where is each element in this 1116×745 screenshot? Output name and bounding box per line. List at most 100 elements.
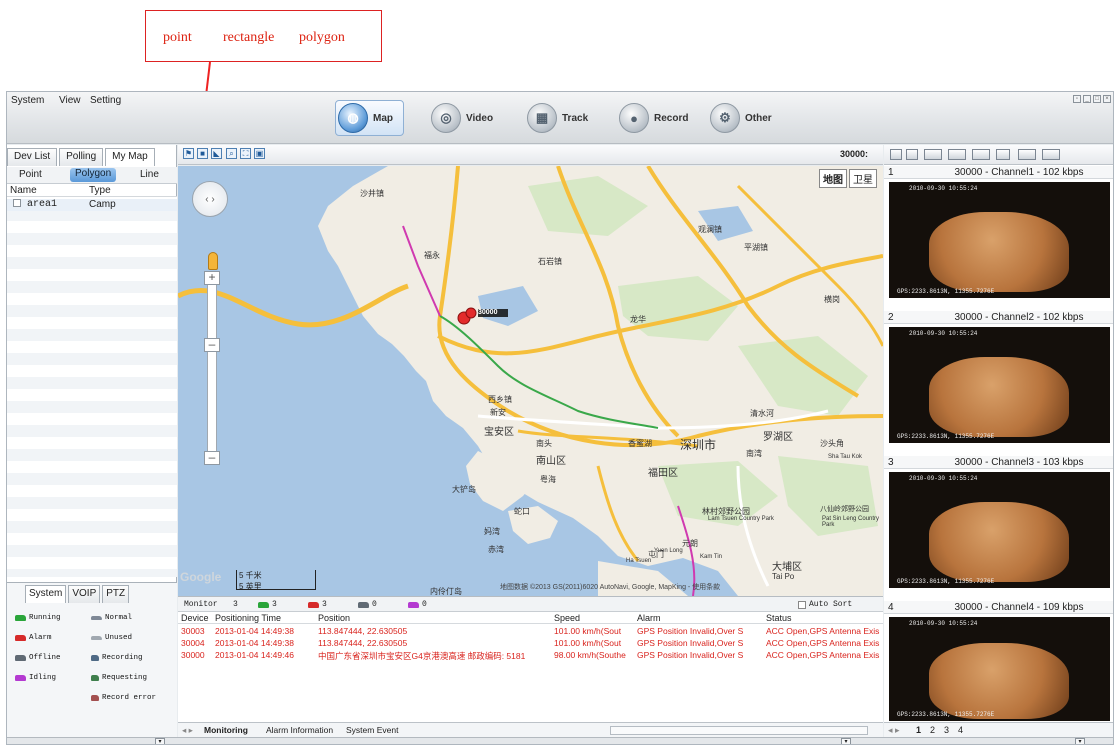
subtab-point[interactable]: Point <box>19 169 42 180</box>
play-icon[interactable] <box>1018 149 1036 160</box>
record-error-icon <box>91 695 99 701</box>
rock-image <box>929 502 1069 582</box>
video-frame[interactable]: 2010-09-30 10:55:24 GPS:2233.8613N, 1135… <box>889 472 1110 588</box>
menu-view[interactable]: View <box>59 95 81 106</box>
module-track-label: Track <box>562 112 589 124</box>
zoom-slider[interactable] <box>207 276 217 454</box>
video-page-1[interactable]: 1 <box>916 725 921 735</box>
col-device-header: Device <box>181 613 209 623</box>
point-tool-icon[interactable]: ⚑ <box>183 148 194 159</box>
rectangle-tool-icon[interactable]: ■ <box>197 148 208 159</box>
collapse-right-icon[interactable]: ▾ <box>1075 738 1085 744</box>
collapse-bottom-icon[interactable]: ▾ <box>841 738 851 744</box>
monitor-running: 3 <box>258 600 277 609</box>
menu-system[interactable]: System <box>11 95 44 106</box>
map-view[interactable]: 地图 卫星 ‹ › + – – 沙井镇 福永 西乡镇 新安 宝安区 南头 南山区… <box>178 166 883 596</box>
fullscreen-icon[interactable]: ⛶ <box>240 148 251 159</box>
video-toolbar <box>884 145 1113 165</box>
zoom-in-button[interactable]: + <box>204 271 220 285</box>
layout-menu-icon[interactable] <box>924 149 942 160</box>
map-subtabs: Point Polygon Line <box>7 167 177 184</box>
osd-gps: GPS:2233.8613N, 11355.7276E <box>897 433 995 440</box>
record-menu-icon[interactable] <box>972 149 990 160</box>
car-icon <box>15 675 26 681</box>
maximize-icon[interactable]: □ <box>1093 95 1101 103</box>
video-page-4[interactable]: 4 <box>958 725 963 735</box>
module-other-button[interactable]: ⚙ Other <box>710 100 772 136</box>
video-frame[interactable]: 2010-09-30 10:55:24 GPS:2233.8613N, 1135… <box>889 617 1110 721</box>
minimize-icon[interactable]: _ <box>1083 95 1091 103</box>
osd-time: 2010-09-30 10:55:24 <box>909 475 978 482</box>
osd-time: 2010-09-30 10:55:24 <box>909 620 978 627</box>
video-page-3[interactable]: 3 <box>944 725 949 735</box>
table-row[interactable]: area1 Camp <box>7 199 177 211</box>
status-bar: ▾ ▾ ▾ <box>7 737 1113 744</box>
layout-1-icon[interactable] <box>890 149 902 160</box>
legend-normal: Normal <box>91 614 132 622</box>
tab-system-event[interactable]: System Event <box>346 725 398 735</box>
col-position-header: Position <box>318 613 351 623</box>
rock-image <box>929 357 1069 437</box>
module-map-button[interactable]: ◍ Map <box>335 100 404 136</box>
restore-icon[interactable]: ▫ <box>1073 95 1081 103</box>
video-channel-2[interactable]: 2 30000 - Channel2 - 102 kbps 2010-09-30 … <box>884 311 1113 456</box>
tab-my-map[interactable]: My Map <box>105 148 155 166</box>
area-checkbox[interactable] <box>13 199 21 207</box>
video-channel-4[interactable]: 4 30000 - Channel4 - 109 kbps 2010-09-30 … <box>884 601 1113 722</box>
tab-ptz[interactable]: PTZ <box>102 585 130 603</box>
tab-scroll-left-icon[interactable]: ◂ ▸ <box>182 725 193 736</box>
tab-system[interactable]: System <box>25 585 67 603</box>
legend-idling: Idling <box>15 674 56 682</box>
map-type-satellite-button[interactable]: 卫星 <box>849 169 877 188</box>
monitor-summary: Monitor 3 3 3 0 0 Auto Sort <box>178 596 883 612</box>
collapse-left-icon[interactable]: ▾ <box>155 738 165 744</box>
tab-dev-list[interactable]: Dev List <box>7 148 58 166</box>
top-toolbar: System View Setting ◍ Map ◎ Video ▦ Track ●… <box>7 92 1113 144</box>
horizontal-scrollbar[interactable] <box>610 726 868 735</box>
stop-icon[interactable] <box>1042 149 1060 160</box>
pan-control[interactable]: ‹ › <box>192 181 228 217</box>
monitor-offline: 0 <box>358 600 377 609</box>
page-scroll-icon[interactable]: ◂ ▸ <box>888 725 900 736</box>
car-icon <box>15 655 26 661</box>
table-row[interactable]: 30003 2013-01-04 14:49:38 113.847444, 22… <box>178 626 883 637</box>
map-toolbar: ⚑ ■ ◣ ⌕ ⛶ ▣ 30000: <box>178 145 883 165</box>
street-view-icon[interactable] <box>208 252 218 270</box>
video-channel-1[interactable]: 1 30000 - Channel1 - 102 kbps 2010-09-30 … <box>884 166 1113 311</box>
table-row[interactable]: 30004 2013-01-04 14:49:38 113.847444, 22… <box>178 638 883 649</box>
polygon-tool-icon[interactable]: ◣ <box>211 148 222 159</box>
subtab-polygon[interactable]: Polygon <box>70 168 117 182</box>
stream-menu-icon[interactable] <box>948 149 966 160</box>
annotation-word-polygon: polygon <box>299 30 345 45</box>
tab-monitoring[interactable]: Monitoring <box>204 725 248 735</box>
tab-polling[interactable]: Polling <box>59 148 104 166</box>
table-row[interactable]: 30000 2013-01-04 14:49:46 中国广东省深圳市宝安区G4京… <box>178 650 883 661</box>
menu-setting[interactable]: Setting <box>90 95 121 106</box>
channel-header: 3 30000 - Channel3 - 103 kbps <box>884 456 1113 469</box>
legend-offline: Offline <box>15 654 61 662</box>
auto-sort-checkbox[interactable]: Auto Sort <box>798 600 852 609</box>
module-record-button[interactable]: ● Record <box>619 100 688 136</box>
close-icon[interactable]: × <box>1103 95 1111 103</box>
module-record-label: Record <box>654 112 689 124</box>
vehicle-label: 30000 <box>478 309 498 316</box>
module-track-button[interactable]: ▦ Track <box>527 100 588 136</box>
video-page-2[interactable]: 2 <box>930 725 935 735</box>
zoom-level-handle[interactable]: – <box>204 338 220 352</box>
subtab-line[interactable]: Line <box>140 169 159 180</box>
tab-voip[interactable]: VOIP <box>68 585 101 603</box>
video-panel: 1 30000 - Channel1 - 102 kbps 2010-09-30 … <box>884 145 1113 737</box>
map-type-map-button[interactable]: 地图 <box>819 169 847 188</box>
video-frame[interactable]: 2010-09-30 10:55:24 GPS:2233.8613N, 1135… <box>889 182 1110 298</box>
tab-alarm-information[interactable]: Alarm Information <box>266 725 333 735</box>
zoom-out-button[interactable]: – <box>204 451 220 465</box>
video-channel-3[interactable]: 3 30000 - Channel3 - 103 kbps 2010-09-30 … <box>884 456 1113 601</box>
zoom-tool-icon[interactable]: ⌕ <box>226 148 237 159</box>
module-video-button[interactable]: ◎ Video <box>431 100 493 136</box>
volume-icon[interactable] <box>996 149 1010 160</box>
save-icon[interactable]: ▣ <box>254 148 265 159</box>
record-icon: ● <box>619 103 649 133</box>
car-icon <box>308 601 319 608</box>
layout-4-icon[interactable] <box>906 149 918 160</box>
video-frame[interactable]: 2010-09-30 10:55:24 GPS:2233.8613N, 1135… <box>889 327 1110 443</box>
